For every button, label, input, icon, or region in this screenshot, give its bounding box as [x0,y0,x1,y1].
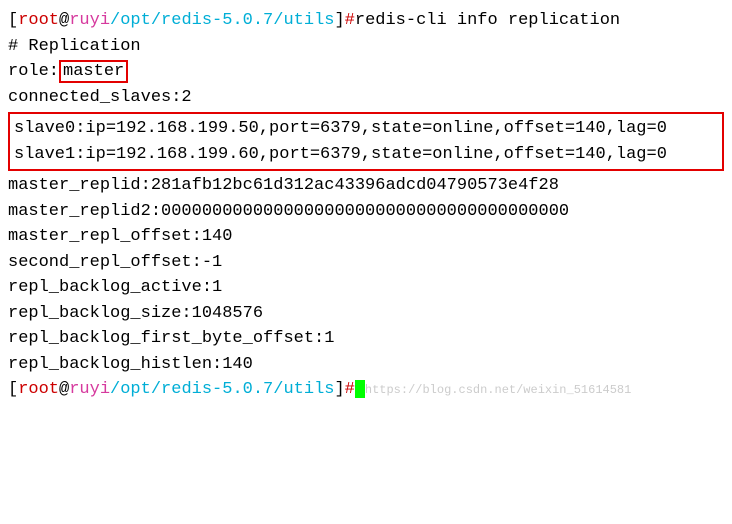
output-backlog-active: repl_backlog_active:1 [8,275,724,301]
role-prefix: role: [8,62,59,81]
role-master-highlight: master [59,60,128,83]
prompt-host: ruyi [69,11,110,30]
prompt-hash-2: # [345,380,355,399]
output-backlog-size: repl_backlog_size:1048576 [8,301,724,327]
command-text: redis-cli info replication [355,11,620,30]
cursor-icon [355,380,365,398]
slaves-highlight-box: slave0:ip=192.168.199.50,port=6379,state… [8,112,724,171]
output-slave0: slave0:ip=192.168.199.50,port=6379,state… [14,116,718,142]
prompt-line-1: [root@ruyi/opt/redis-5.0.7/utils]#redis-… [8,8,724,34]
prompt-host-2: ruyi [69,380,110,399]
output-master-replid2: master_replid2:0000000000000000000000000… [8,199,724,225]
output-master-repl-offset: master_repl_offset:140 [8,224,724,250]
output-header: # Replication [8,34,724,60]
prompt-path-2: /opt/redis-5.0.7/utils [110,380,334,399]
bracket-open-2: [ [8,380,18,399]
prompt-path: /opt/redis-5.0.7/utils [110,11,334,30]
prompt-user: root [18,11,59,30]
output-slave1: slave1:ip=192.168.199.60,port=6379,state… [14,142,718,168]
output-backlog-histlen: repl_backlog_histlen:140 [8,352,724,378]
prompt-at: @ [59,11,69,30]
output-master-replid: master_replid:281afb12bc61d312ac43396adc… [8,173,724,199]
prompt-hash: # [345,11,355,30]
watermark-text: https://blog.csdn.net/weixin_51614581 [365,383,631,397]
output-backlog-first-byte: repl_backlog_first_byte_offset:1 [8,326,724,352]
bracket-open: [ [8,11,18,30]
prompt-line-2[interactable]: [root@ruyi/opt/redis-5.0.7/utils]# https:… [8,377,724,403]
output-second-repl-offset: second_repl_offset:-1 [8,250,724,276]
output-connected-slaves: connected_slaves:2 [8,85,724,111]
bracket-close-2: ] [334,380,344,399]
output-role: role:master [8,59,724,85]
prompt-at-2: @ [59,380,69,399]
bracket-close: ] [334,11,344,30]
prompt-user-2: root [18,380,59,399]
